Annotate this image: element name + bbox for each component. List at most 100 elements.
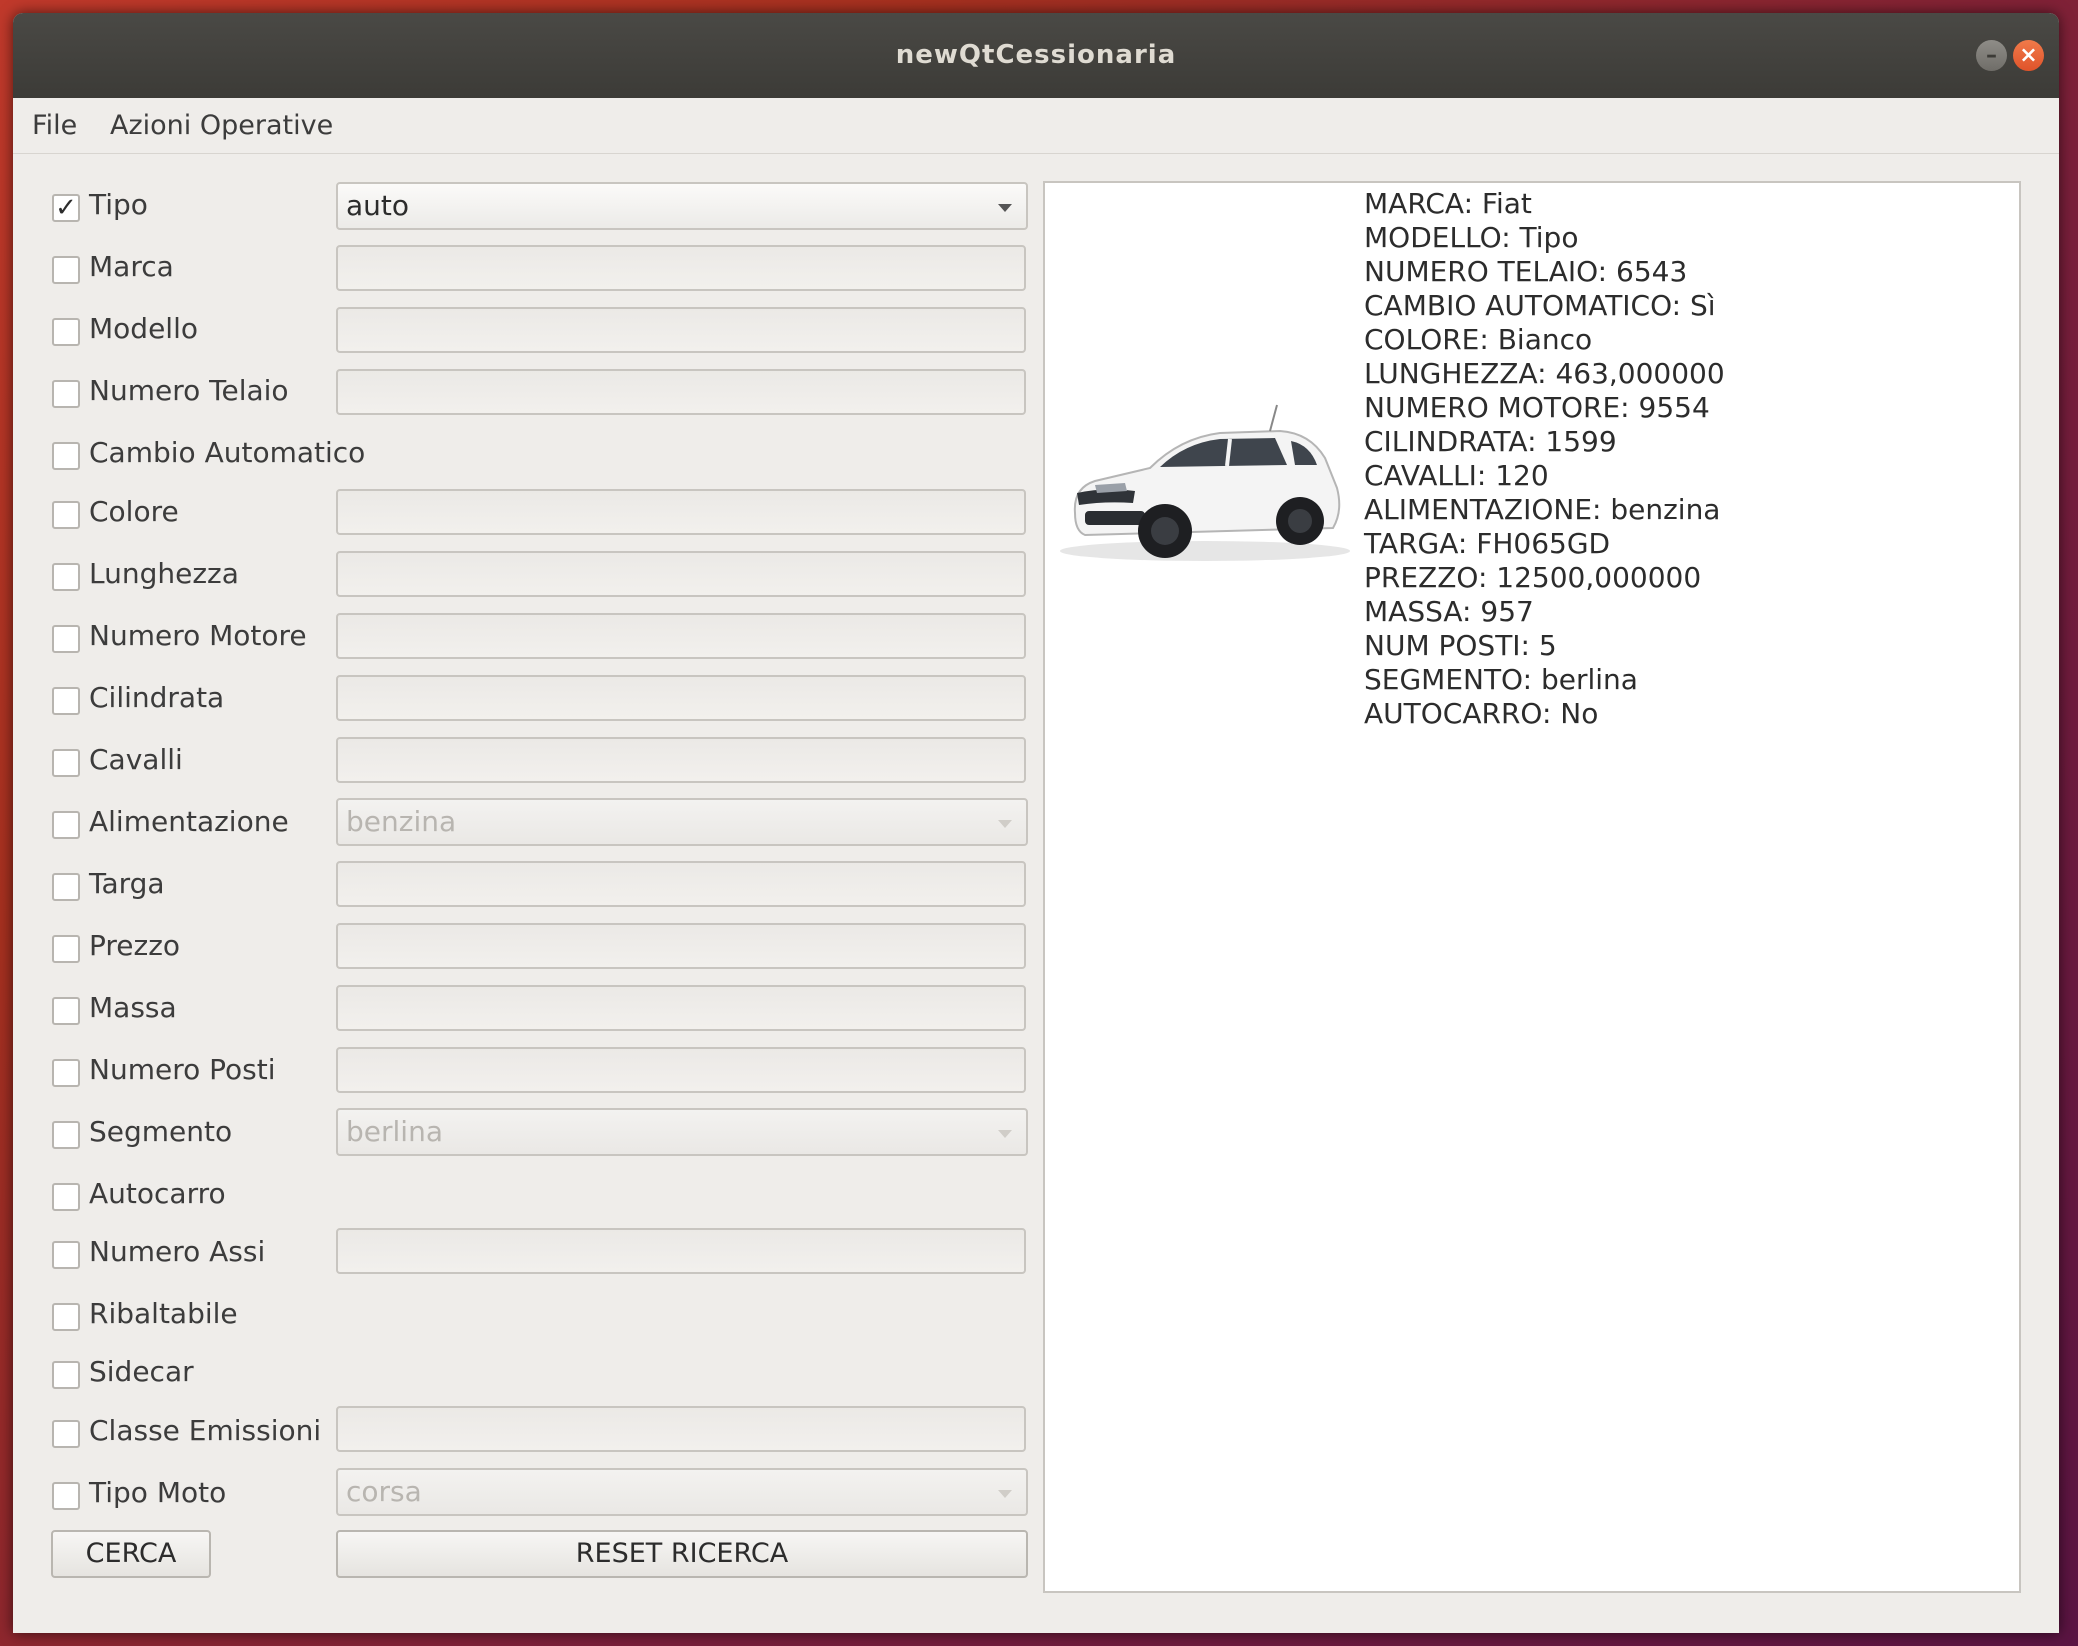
- detail-cambio-automatico: CAMBIO AUTOMATICO: Sì: [1364, 289, 1716, 322]
- input-massa[interactable]: [336, 985, 1026, 1031]
- combo-segmento[interactable]: berlina: [336, 1108, 1028, 1156]
- close-icon: ×: [2019, 43, 2038, 68]
- chevron-down-icon: [998, 204, 1012, 212]
- input-numero-assi[interactable]: [336, 1228, 1026, 1274]
- detail-numero-telaio: NUMERO TELAIO: 6543: [1364, 255, 1688, 288]
- label-cilindrata: Cilindrata: [89, 681, 225, 714]
- menu-bar: File Azioni Operative: [13, 98, 2059, 154]
- combo-alimentazione[interactable]: benzina: [336, 798, 1028, 846]
- label-numero-motore: Numero Motore: [89, 619, 307, 652]
- checkbox-classe-emissioni[interactable]: [52, 1420, 80, 1448]
- label-numero-posti: Numero Posti: [89, 1053, 276, 1086]
- label-classe-emissioni: Classe Emissioni: [89, 1414, 322, 1447]
- checkbox-numero-telaio[interactable]: [52, 380, 80, 408]
- checkbox-sidecar[interactable]: [52, 1361, 80, 1389]
- combo-segmento-value: berlina: [346, 1115, 443, 1148]
- label-targa: Targa: [89, 867, 165, 900]
- combo-tipo-value: auto: [346, 189, 410, 222]
- input-numero-motore[interactable]: [336, 613, 1026, 659]
- detail-num-posti: NUM POSTI: 5: [1364, 629, 1557, 662]
- label-lunghezza: Lunghezza: [89, 557, 239, 590]
- label-prezzo: Prezzo: [89, 929, 181, 962]
- label-sidecar: Sidecar: [89, 1355, 194, 1388]
- detail-cilindrata: CILINDRATA: 1599: [1364, 425, 1617, 458]
- detail-targa: TARGA: FH065GD: [1364, 527, 1611, 560]
- detail-modello: MODELLO: Tipo: [1364, 221, 1579, 254]
- input-lunghezza[interactable]: [336, 551, 1026, 597]
- checkbox-prezzo[interactable]: [52, 935, 80, 963]
- input-numero-posti[interactable]: [336, 1047, 1026, 1093]
- input-cavalli[interactable]: [336, 737, 1026, 783]
- checkbox-lunghezza[interactable]: [52, 563, 80, 591]
- car-photo: [1055, 393, 1355, 573]
- detail-prezzo: PREZZO: 12500,000000: [1364, 561, 1702, 594]
- chevron-down-icon: [998, 1130, 1012, 1138]
- detail-lunghezza: LUNGHEZZA: 463,000000: [1364, 357, 1725, 390]
- input-prezzo[interactable]: [336, 923, 1026, 969]
- label-tipo: Tipo: [89, 188, 148, 221]
- title-bar[interactable]: newQtCessionaria – ×: [13, 13, 2059, 98]
- combo-alimentazione-value: benzina: [346, 805, 457, 838]
- menu-azioni-operative[interactable]: Azioni Operative: [110, 98, 333, 153]
- label-tipo-moto: Tipo Moto: [89, 1476, 227, 1509]
- input-colore[interactable]: [336, 489, 1026, 535]
- vehicle-detail-panel: MARCA: Fiat MODELLO: Tipo NUMERO TELAIO:…: [1043, 181, 2021, 1593]
- checkbox-cambio-automatico[interactable]: [52, 442, 80, 470]
- combo-tipo-moto-value: corsa: [346, 1475, 422, 1508]
- reset-search-button[interactable]: RESET RICERCA: [336, 1530, 1028, 1578]
- checkbox-cilindrata[interactable]: [52, 687, 80, 715]
- label-alimentazione: Alimentazione: [89, 805, 289, 838]
- check-icon: ✓: [55, 193, 77, 223]
- checkbox-alimentazione[interactable]: [52, 811, 80, 839]
- input-cilindrata[interactable]: [336, 675, 1026, 721]
- search-button[interactable]: CERCA: [51, 1530, 211, 1578]
- checkbox-ribaltabile[interactable]: [52, 1303, 80, 1331]
- detail-cavalli: CAVALLI: 120: [1364, 459, 1549, 492]
- detail-segmento: SEGMENTO: berlina: [1364, 663, 1638, 696]
- close-button[interactable]: ×: [2013, 40, 2044, 71]
- label-massa: Massa: [89, 991, 177, 1024]
- detail-marca: MARCA: Fiat: [1364, 187, 1532, 220]
- detail-autocarro: AUTOCARRO: No: [1364, 697, 1599, 730]
- minimize-icon: –: [1986, 43, 1997, 68]
- input-numero-telaio[interactable]: [336, 369, 1026, 415]
- label-modello: Modello: [89, 312, 198, 345]
- checkbox-numero-assi[interactable]: [52, 1241, 80, 1269]
- input-modello[interactable]: [336, 307, 1026, 353]
- checkbox-modello[interactable]: [52, 318, 80, 346]
- checkbox-numero-posti[interactable]: [52, 1059, 80, 1087]
- combo-tipo[interactable]: auto: [336, 182, 1028, 230]
- label-numero-assi: Numero Assi: [89, 1235, 266, 1268]
- label-segmento: Segmento: [89, 1115, 233, 1148]
- input-classe-emissioni[interactable]: [336, 1406, 1026, 1452]
- detail-colore: COLORE: Bianco: [1364, 323, 1593, 356]
- label-cavalli: Cavalli: [89, 743, 183, 776]
- car-photo-icon: [1060, 404, 1350, 561]
- label-autocarro: Autocarro: [89, 1177, 226, 1210]
- vehicle-detail-text: MARCA: Fiat MODELLO: Tipo NUMERO TELAIO:…: [1364, 187, 1725, 731]
- combo-tipo-moto[interactable]: corsa: [336, 1468, 1028, 1516]
- checkbox-tipo[interactable]: ✓: [52, 194, 80, 222]
- checkbox-numero-motore[interactable]: [52, 625, 80, 653]
- label-numero-telaio: Numero Telaio: [89, 374, 289, 407]
- checkbox-segmento[interactable]: [52, 1121, 80, 1149]
- detail-numero-motore: NUMERO MOTORE: 9554: [1364, 391, 1710, 424]
- checkbox-massa[interactable]: [52, 997, 80, 1025]
- chevron-down-icon: [998, 1490, 1012, 1498]
- checkbox-tipo-moto[interactable]: [52, 1482, 80, 1510]
- menu-file[interactable]: File: [32, 98, 77, 153]
- label-marca: Marca: [89, 250, 174, 283]
- minimize-button[interactable]: –: [1976, 40, 2007, 71]
- checkbox-cavalli[interactable]: [52, 749, 80, 777]
- app-window: newQtCessionaria – × File Azioni Operati…: [13, 13, 2059, 1633]
- detail-massa: MASSA: 957: [1364, 595, 1534, 628]
- checkbox-targa[interactable]: [52, 873, 80, 901]
- window-title: newQtCessionaria: [895, 40, 1177, 70]
- checkbox-autocarro[interactable]: [52, 1183, 80, 1211]
- detail-alimentazione: ALIMENTAZIONE: benzina: [1364, 493, 1721, 526]
- input-marca[interactable]: [336, 245, 1026, 291]
- checkbox-colore[interactable]: [52, 501, 80, 529]
- input-targa[interactable]: [336, 861, 1026, 907]
- label-cambio-automatico: Cambio Automatico: [89, 436, 366, 469]
- checkbox-marca[interactable]: [52, 256, 80, 284]
